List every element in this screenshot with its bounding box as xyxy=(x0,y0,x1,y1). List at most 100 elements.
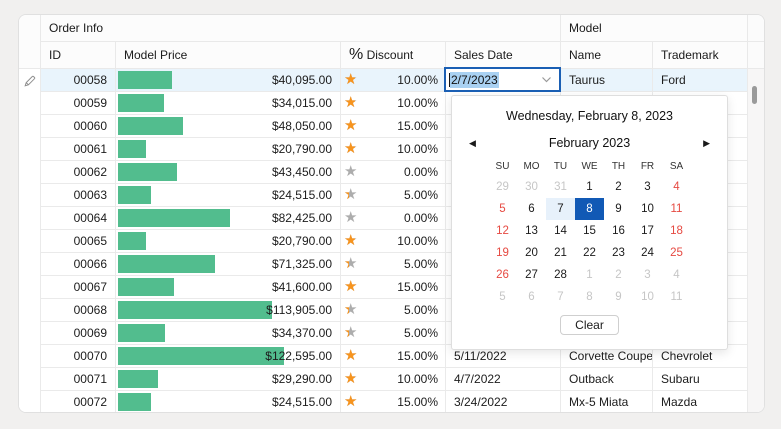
calendar-day[interactable]: 11 xyxy=(662,198,691,220)
cell-model-price[interactable]: $29,290.00 xyxy=(116,368,341,391)
vertical-scrollbar-thumb[interactable] xyxy=(752,86,757,104)
table-row[interactable]: 00058$40,095.00★★10.00% TaurusFord xyxy=(19,69,764,92)
cell-sales-date[interactable]: 4/7/2022 xyxy=(446,368,561,391)
cell-discount[interactable]: ★★15.00% xyxy=(341,276,446,299)
cell-discount[interactable]: ★★5.00% xyxy=(341,253,446,276)
column-header-trademark[interactable]: Trademark xyxy=(653,42,748,69)
cell-discount[interactable]: ★★10.00% xyxy=(341,69,446,92)
cell-discount[interactable]: ★★0.00% xyxy=(341,161,446,184)
cell-id[interactable]: 00067 xyxy=(41,276,116,299)
calendar-day[interactable]: 28 xyxy=(546,264,575,286)
calendar-day[interactable]: 17 xyxy=(633,220,662,242)
cell-model-price[interactable]: $40,095.00 xyxy=(116,69,341,92)
cell-model-price[interactable]: $24,515.00 xyxy=(116,184,341,207)
calendar-day[interactable]: 6 xyxy=(517,198,546,220)
calendar-day[interactable]: 15 xyxy=(575,220,604,242)
calendar-day[interactable]: 27 xyxy=(517,264,546,286)
calendar-day[interactable]: 25 xyxy=(662,242,691,264)
cell-discount[interactable]: ★★15.00% xyxy=(341,345,446,368)
month-year-label[interactable]: February 2023 xyxy=(481,136,698,150)
calendar-day[interactable]: 16 xyxy=(604,220,633,242)
cell-discount[interactable]: ★★15.00% xyxy=(341,391,446,413)
cell-model-price[interactable]: $24,515.00 xyxy=(116,391,341,413)
cell-model-price[interactable]: $82,425.00 xyxy=(116,207,341,230)
calendar-day[interactable]: 9 xyxy=(604,198,633,220)
cell-name[interactable]: Mx-5 Miata xyxy=(561,391,653,413)
cell-model-price[interactable]: $20,790.00 xyxy=(116,230,341,253)
calendar-day[interactable]: 23 xyxy=(604,242,633,264)
cell-discount[interactable]: ★★5.00% xyxy=(341,184,446,207)
cell-model-price[interactable]: $34,015.00 xyxy=(116,92,341,115)
cell-model-price[interactable]: $20,790.00 xyxy=(116,138,341,161)
calendar-day[interactable]: 6 xyxy=(517,286,546,308)
cell-discount[interactable]: ★★0.00% xyxy=(341,207,446,230)
calendar-day[interactable]: 30 xyxy=(517,176,546,198)
chevron-down-icon[interactable] xyxy=(541,76,552,83)
table-row[interactable]: 00071$29,290.00★★10.00%4/7/2022OutbackSu… xyxy=(19,368,764,391)
calendar-day[interactable]: 22 xyxy=(575,242,604,264)
calendar-day[interactable]: 3 xyxy=(633,176,662,198)
calendar-day[interactable]: 12 xyxy=(488,220,517,242)
cell-trademark[interactable]: Subaru xyxy=(653,368,748,391)
calendar-day[interactable]: 7 xyxy=(546,286,575,308)
calendar-day[interactable]: 31 xyxy=(546,176,575,198)
cell-id[interactable]: 00059 xyxy=(41,92,116,115)
calendar-day[interactable]: 8 xyxy=(575,286,604,308)
calendar-day[interactable]: 20 xyxy=(517,242,546,264)
cell-sales-date[interactable]: 3/24/2022 xyxy=(446,391,561,413)
cell-discount[interactable]: ★★5.00% xyxy=(341,322,446,345)
cell-model-price[interactable]: $122,595.00 xyxy=(116,345,341,368)
editor-value[interactable]: 2/7/2023 xyxy=(450,72,499,88)
calendar-day[interactable]: 10 xyxy=(633,286,662,308)
calendar-day-selected[interactable]: 8 xyxy=(575,198,604,220)
cell-id[interactable]: 00068 xyxy=(41,299,116,322)
cell-name[interactable]: Outback xyxy=(561,368,653,391)
column-header-sales-date[interactable]: Sales Date xyxy=(446,42,561,69)
cell-trademark[interactable]: Ford xyxy=(653,69,748,92)
calendar-day[interactable]: 9 xyxy=(604,286,633,308)
calendar-day[interactable]: 26 xyxy=(488,264,517,286)
cell-model-price[interactable]: $113,905.00 xyxy=(116,299,341,322)
cell-model-price[interactable]: $71,325.00 xyxy=(116,253,341,276)
cell-id[interactable]: 00065 xyxy=(41,230,116,253)
cell-id[interactable]: 00061 xyxy=(41,138,116,161)
sales-date-editor[interactable]: 2/7/2023 xyxy=(444,67,561,92)
cell-discount[interactable]: ★★15.00% xyxy=(341,115,446,138)
next-month-icon[interactable]: ▶ xyxy=(698,138,710,149)
calendar-day[interactable]: 7 xyxy=(546,198,575,220)
calendar-day[interactable]: 3 xyxy=(633,264,662,286)
cell-id[interactable]: 00070 xyxy=(41,345,116,368)
cell-id[interactable]: 00072 xyxy=(41,391,116,413)
cell-id[interactable]: 00064 xyxy=(41,207,116,230)
calendar-day[interactable]: 5 xyxy=(488,286,517,308)
cell-id[interactable]: 00058 xyxy=(41,69,116,92)
calendar-day[interactable]: 21 xyxy=(546,242,575,264)
cell-discount[interactable]: ★★5.00% xyxy=(341,299,446,322)
calendar-day[interactable]: 19 xyxy=(488,242,517,264)
calendar-day[interactable]: 29 xyxy=(488,176,517,198)
cell-trademark[interactable]: Mazda xyxy=(653,391,748,413)
calendar-day[interactable]: 18 xyxy=(662,220,691,242)
calendar-day[interactable]: 4 xyxy=(662,176,691,198)
calendar-day[interactable]: 10 xyxy=(633,198,662,220)
calendar-day[interactable]: 2 xyxy=(604,176,633,198)
cell-name[interactable]: Taurus xyxy=(561,69,653,92)
calendar-day[interactable]: 1 xyxy=(575,264,604,286)
calendar-day[interactable]: 24 xyxy=(633,242,662,264)
column-header-id[interactable]: ID xyxy=(41,42,116,69)
cell-discount[interactable]: ★★10.00% xyxy=(341,138,446,161)
cell-id[interactable]: 00069 xyxy=(41,322,116,345)
column-header-discount[interactable]: % Discount xyxy=(341,42,446,69)
cell-id[interactable]: 00071 xyxy=(41,368,116,391)
calendar-day[interactable]: 2 xyxy=(604,264,633,286)
cell-model-price[interactable]: $48,050.00 xyxy=(116,115,341,138)
calendar-day[interactable]: 1 xyxy=(575,176,604,198)
cell-discount[interactable]: ★★10.00% xyxy=(341,368,446,391)
calendar-day[interactable]: 5 xyxy=(488,198,517,220)
cell-model-price[interactable]: $43,450.00 xyxy=(116,161,341,184)
calendar-day[interactable]: 14 xyxy=(546,220,575,242)
cell-model-price[interactable]: $34,370.00 xyxy=(116,322,341,345)
prev-month-icon[interactable]: ◀ xyxy=(469,138,481,149)
cell-discount[interactable]: ★★10.00% xyxy=(341,92,446,115)
band-order-info[interactable]: Order Info xyxy=(41,15,561,42)
